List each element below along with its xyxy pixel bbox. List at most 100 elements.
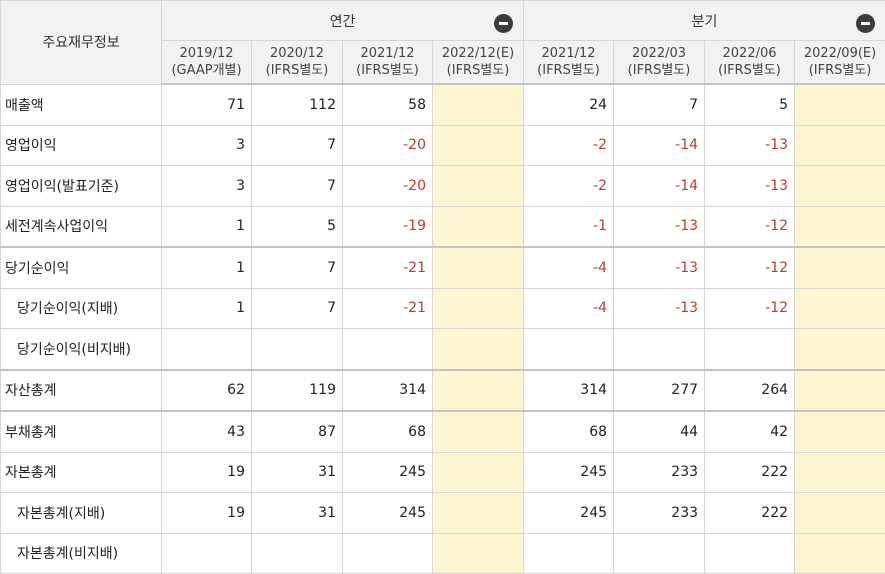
value-cell — [795, 206, 885, 247]
value-cell — [433, 84, 524, 125]
row-label: 자본총계(비지배) — [1, 533, 162, 574]
value-cell — [795, 247, 885, 288]
table-row: 자본총계(비지배) — [1, 533, 885, 574]
value-cell — [433, 370, 524, 412]
value-cell: -21 — [343, 288, 433, 329]
row-label: 당기순이익(지배) — [1, 288, 162, 329]
column-basis: (IFRS별도) — [705, 62, 794, 79]
value-cell: 1 — [162, 247, 252, 288]
value-cell — [433, 288, 524, 329]
value-cell — [795, 329, 885, 370]
value-cell: 5 — [252, 206, 343, 247]
group-header-annual: 연간 — [162, 1, 524, 41]
value-cell — [705, 533, 795, 574]
value-cell: 233 — [614, 452, 705, 493]
financial-summary-table: 주요재무정보 연간 분기 2019/12(GAAP개별)2020/12(IFRS… — [0, 0, 885, 574]
value-cell — [433, 411, 524, 452]
value-cell: 19 — [162, 493, 252, 534]
value-cell: 7 — [614, 84, 705, 125]
value-cell: 277 — [614, 370, 705, 412]
row-label: 당기순이익 — [1, 247, 162, 288]
value-cell: 19 — [162, 452, 252, 493]
value-cell: 71 — [162, 84, 252, 125]
value-cell: 245 — [343, 493, 433, 534]
value-cell: 24 — [524, 84, 614, 125]
table-row: 자산총계62119314314277264 — [1, 370, 885, 412]
value-cell: 68 — [524, 411, 614, 452]
value-cell: 7 — [252, 125, 343, 166]
value-cell — [252, 329, 343, 370]
value-cell: -4 — [524, 288, 614, 329]
value-cell: -13 — [614, 206, 705, 247]
row-label: 영업이익 — [1, 125, 162, 166]
column-period: 2019/12 — [162, 45, 251, 62]
value-cell: 245 — [524, 493, 614, 534]
table-row: 당기순이익(지배)17-21-4-13-12 — [1, 288, 885, 329]
value-cell: -20 — [343, 125, 433, 166]
value-cell — [252, 533, 343, 574]
column-header: 2022/03(IFRS별도) — [614, 41, 705, 85]
group-header-quarterly: 분기 — [524, 1, 885, 41]
collapse-minus-icon[interactable] — [494, 14, 513, 33]
collapse-minus-icon[interactable] — [856, 14, 875, 33]
value-cell — [705, 329, 795, 370]
row-label: 자본총계 — [1, 452, 162, 493]
table-row: 당기순이익17-21-4-13-12 — [1, 247, 885, 288]
column-basis: (IFRS별도) — [433, 62, 523, 79]
column-basis: (IFRS별도) — [614, 62, 704, 79]
column-header: 2022/09(E)(IFRS별도) — [795, 41, 885, 85]
value-cell: 58 — [343, 84, 433, 125]
value-cell — [433, 329, 524, 370]
value-cell: 3 — [162, 166, 252, 207]
value-cell — [433, 247, 524, 288]
value-cell: -12 — [705, 206, 795, 247]
value-cell: 44 — [614, 411, 705, 452]
value-cell: 264 — [705, 370, 795, 412]
value-cell: -12 — [705, 247, 795, 288]
value-cell: -14 — [614, 166, 705, 207]
value-cell — [433, 533, 524, 574]
value-cell — [343, 329, 433, 370]
row-label: 자산총계 — [1, 370, 162, 412]
row-label: 당기순이익(비지배) — [1, 329, 162, 370]
value-cell — [795, 411, 885, 452]
value-cell — [795, 166, 885, 207]
table-row: 세전계속사업이익15-19-1-13-12 — [1, 206, 885, 247]
value-cell — [795, 533, 885, 574]
value-cell: -4 — [524, 247, 614, 288]
value-cell — [433, 452, 524, 493]
column-header: 2021/12(IFRS별도) — [343, 41, 433, 85]
corner-header: 주요재무정보 — [1, 1, 162, 85]
column-period: 2022/09(E) — [795, 45, 885, 62]
value-cell: 222 — [705, 493, 795, 534]
table-row: 영업이익(발표기준)37-20-2-14-13 — [1, 166, 885, 207]
value-cell — [524, 329, 614, 370]
table-row: 영업이익37-20-2-14-13 — [1, 125, 885, 166]
value-cell: 7 — [252, 166, 343, 207]
column-period: 2022/12(E) — [433, 45, 523, 62]
value-cell: -20 — [343, 166, 433, 207]
value-cell: -12 — [705, 288, 795, 329]
column-period: 2022/06 — [705, 45, 794, 62]
value-cell: 5 — [705, 84, 795, 125]
table-row: 매출액71112582475 — [1, 84, 885, 125]
row-label: 매출액 — [1, 84, 162, 125]
value-cell: 3 — [162, 125, 252, 166]
column-basis: (IFRS별도) — [252, 62, 342, 79]
value-cell: -13 — [614, 247, 705, 288]
value-cell — [795, 452, 885, 493]
value-cell: -14 — [614, 125, 705, 166]
value-cell: 42 — [705, 411, 795, 452]
value-cell: -13 — [705, 166, 795, 207]
value-cell — [795, 493, 885, 534]
column-header: 2019/12(GAAP개별) — [162, 41, 252, 85]
group-label: 연간 — [330, 14, 356, 30]
row-label: 자본총계(지배) — [1, 493, 162, 534]
value-cell: 7 — [252, 247, 343, 288]
value-cell: 1 — [162, 288, 252, 329]
column-basis: (IFRS별도) — [343, 62, 432, 79]
table-row: 부채총계438768684442 — [1, 411, 885, 452]
value-cell — [433, 166, 524, 207]
value-cell: 31 — [252, 493, 343, 534]
value-cell: -1 — [524, 206, 614, 247]
